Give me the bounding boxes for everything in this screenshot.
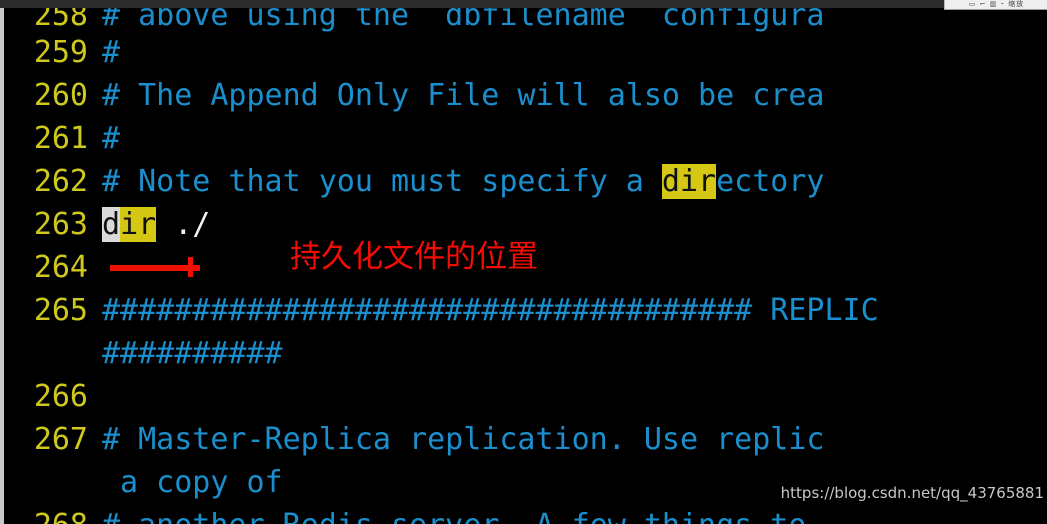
- window-top-strip: [0, 0, 1047, 8]
- line-content: # another Redis server. A few things to: [102, 504, 1047, 524]
- line-content: dir ./: [102, 203, 1047, 246]
- line-number: 263: [33, 207, 88, 242]
- directive-value: ./: [156, 207, 211, 242]
- editor-left-border: [0, 0, 4, 524]
- line-text-after-match: ectory: [716, 164, 825, 199]
- line-number: 267: [33, 422, 88, 457]
- line-number: 261: [33, 121, 88, 156]
- line-number: 265: [33, 293, 88, 328]
- line-number: 266: [33, 379, 88, 414]
- code-line-268[interactable]: 268 # another Redis server. A few things…: [4, 504, 1047, 524]
- line-content: #: [102, 121, 121, 156]
- line-content-row2: ##########: [102, 336, 283, 371]
- line-number: 259: [33, 35, 88, 70]
- search-match-highlight: ir: [120, 207, 157, 242]
- code-line-260[interactable]: 260 # The Append Only File will also be …: [4, 74, 1047, 117]
- text-cursor-block: d: [102, 207, 121, 242]
- code-line-262[interactable]: 262 # Note that you must specify a direc…: [4, 160, 1047, 203]
- line-number: 268: [4, 504, 102, 524]
- screenshot-root: 258 # above using the dbfilename configu…: [0, 0, 1047, 524]
- code-line-266[interactable]: 266: [4, 375, 1047, 418]
- code-line-261[interactable]: 261 #: [4, 117, 1047, 160]
- line-number: 262: [33, 164, 88, 199]
- annotation-note: 持久化文件的位置: [290, 239, 538, 275]
- search-match-highlight: dir: [661, 164, 717, 199]
- line-content-row1: # Master-Replica replication. Use replic: [102, 422, 825, 457]
- line-content: #: [102, 35, 121, 70]
- toolbar-fragment[interactable]: ▭ ⌐ ▥ ⁃ 缩放: [944, 0, 1047, 10]
- line-number: 264: [33, 250, 88, 285]
- line-content-row2: a copy of: [102, 465, 283, 500]
- code-line-259[interactable]: 259 #: [4, 31, 1047, 74]
- line-content-row1: #################################### REP…: [102, 293, 879, 328]
- line-text-before-match: # Note that you must specify a: [102, 164, 662, 199]
- line-content: # The Append Only File will also be crea: [102, 78, 825, 113]
- line-number: 260: [33, 78, 88, 113]
- code-line-265[interactable]: 265 ####################################…: [4, 289, 1047, 375]
- line-content: #################################### REP…: [102, 289, 1047, 375]
- line-content: # Note that you must specify a directory: [102, 160, 1047, 203]
- watermark-url: https://blog.csdn.net/qq_43765881: [780, 484, 1044, 502]
